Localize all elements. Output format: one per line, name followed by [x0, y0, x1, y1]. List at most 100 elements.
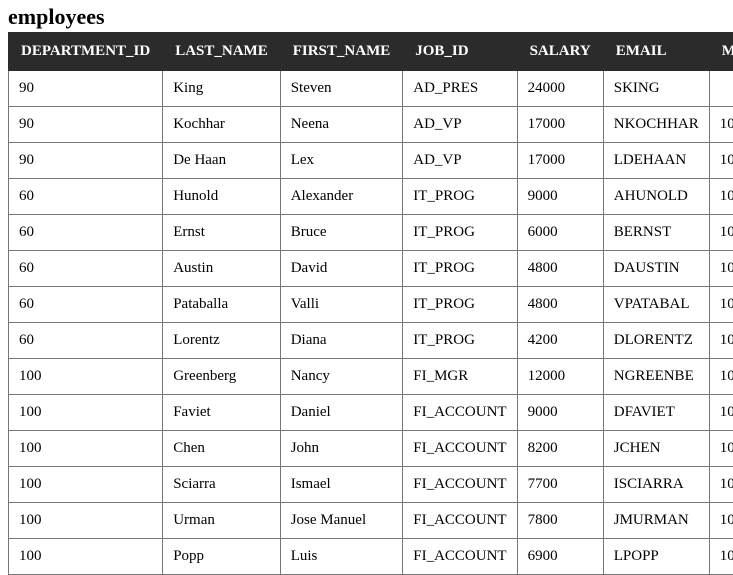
cell-job-id: IT_PROG — [403, 179, 517, 215]
cell-salary: 7800 — [517, 503, 603, 539]
cell-salary: 17000 — [517, 143, 603, 179]
cell-last-name: Austin — [163, 251, 281, 287]
cell-manager-id: 102 — [709, 179, 733, 215]
table-row: 60PataballaValliIT_PROG4800VPATABAL103 — [9, 287, 733, 323]
cell-job-id: FI_ACCOUNT — [403, 503, 517, 539]
cell-manager-id: 108 — [709, 395, 733, 431]
table-row: 90De HaanLexAD_VP17000LDEHAAN100 — [9, 143, 733, 179]
cell-department-id: 90 — [9, 71, 163, 107]
cell-last-name: Popp — [163, 539, 281, 575]
cell-salary: 6000 — [517, 215, 603, 251]
col-salary: SALARY — [517, 33, 603, 71]
cell-email: JMURMAN — [603, 503, 709, 539]
cell-department-id: 100 — [9, 359, 163, 395]
cell-email: DFAVIET — [603, 395, 709, 431]
cell-email: LPOPP — [603, 539, 709, 575]
cell-job-id: FI_ACCOUNT — [403, 395, 517, 431]
cell-last-name: Chen — [163, 431, 281, 467]
cell-job-id: AD_VP — [403, 143, 517, 179]
cell-first-name: Lex — [280, 143, 403, 179]
cell-first-name: David — [280, 251, 403, 287]
cell-first-name: Diana — [280, 323, 403, 359]
table-row: 100ChenJohnFI_ACCOUNT8200JCHEN108 — [9, 431, 733, 467]
table-body: 90KingStevenAD_PRES24000SKING90KochharNe… — [9, 71, 733, 575]
table-title: employees — [8, 4, 725, 30]
cell-manager-id: 103 — [709, 323, 733, 359]
cell-manager-id: 100 — [709, 107, 733, 143]
cell-first-name: John — [280, 431, 403, 467]
cell-manager-id: 108 — [709, 431, 733, 467]
cell-email: NKOCHHAR — [603, 107, 709, 143]
cell-department-id: 60 — [9, 323, 163, 359]
table-row: 60LorentzDianaIT_PROG4200DLORENTZ103 — [9, 323, 733, 359]
cell-job-id: AD_PRES — [403, 71, 517, 107]
cell-job-id: AD_VP — [403, 107, 517, 143]
employees-table: DEPARTMENT_ID LAST_NAME FIRST_NAME JOB_I… — [8, 32, 733, 575]
cell-email: ISCIARRA — [603, 467, 709, 503]
cell-salary: 12000 — [517, 359, 603, 395]
cell-manager-id: 108 — [709, 539, 733, 575]
cell-last-name: De Haan — [163, 143, 281, 179]
cell-manager-id: 108 — [709, 503, 733, 539]
cell-salary: 17000 — [517, 107, 603, 143]
cell-department-id: 100 — [9, 503, 163, 539]
table-row: 90KochharNeenaAD_VP17000NKOCHHAR100 — [9, 107, 733, 143]
table-row: 100GreenbergNancyFI_MGR12000NGREENBE101 — [9, 359, 733, 395]
cell-email: VPATABAL — [603, 287, 709, 323]
cell-department-id: 90 — [9, 143, 163, 179]
cell-job-id: IT_PROG — [403, 215, 517, 251]
cell-last-name: King — [163, 71, 281, 107]
cell-salary: 7700 — [517, 467, 603, 503]
col-last-name: LAST_NAME — [163, 33, 281, 71]
cell-salary: 4800 — [517, 251, 603, 287]
table-row: 60AustinDavidIT_PROG4800DAUSTIN103 — [9, 251, 733, 287]
col-manager-id: MANAGER_ID — [709, 33, 733, 71]
cell-job-id: FI_ACCOUNT — [403, 467, 517, 503]
cell-department-id: 60 — [9, 179, 163, 215]
cell-manager-id — [709, 71, 733, 107]
cell-first-name: Alexander — [280, 179, 403, 215]
cell-email: DLORENTZ — [603, 323, 709, 359]
cell-first-name: Daniel — [280, 395, 403, 431]
cell-salary: 9000 — [517, 395, 603, 431]
cell-last-name: Lorentz — [163, 323, 281, 359]
col-job-id: JOB_ID — [403, 33, 517, 71]
cell-first-name: Luis — [280, 539, 403, 575]
cell-last-name: Greenberg — [163, 359, 281, 395]
cell-email: NGREENBE — [603, 359, 709, 395]
cell-salary: 6900 — [517, 539, 603, 575]
cell-last-name: Hunold — [163, 179, 281, 215]
cell-last-name: Faviet — [163, 395, 281, 431]
cell-job-id: FI_ACCOUNT — [403, 431, 517, 467]
cell-first-name: Ismael — [280, 467, 403, 503]
cell-first-name: Valli — [280, 287, 403, 323]
cell-last-name: Kochhar — [163, 107, 281, 143]
cell-email: JCHEN — [603, 431, 709, 467]
cell-department-id: 90 — [9, 107, 163, 143]
cell-job-id: FI_ACCOUNT — [403, 539, 517, 575]
table-row: 100SciarraIsmaelFI_ACCOUNT7700ISCIARRA10… — [9, 467, 733, 503]
cell-first-name: Nancy — [280, 359, 403, 395]
cell-manager-id: 100 — [709, 143, 733, 179]
col-first-name: FIRST_NAME — [280, 33, 403, 71]
cell-first-name: Jose Manuel — [280, 503, 403, 539]
table-row: 60ErnstBruceIT_PROG6000BERNST103 — [9, 215, 733, 251]
table-row: 90KingStevenAD_PRES24000SKING — [9, 71, 733, 107]
cell-manager-id: 103 — [709, 251, 733, 287]
cell-department-id: 60 — [9, 215, 163, 251]
table-row: 100FavietDanielFI_ACCOUNT9000DFAVIET108 — [9, 395, 733, 431]
cell-salary: 4800 — [517, 287, 603, 323]
cell-manager-id: 103 — [709, 287, 733, 323]
cell-salary: 8200 — [517, 431, 603, 467]
col-department-id: DEPARTMENT_ID — [9, 33, 163, 71]
cell-salary: 9000 — [517, 179, 603, 215]
cell-job-id: IT_PROG — [403, 251, 517, 287]
cell-job-id: FI_MGR — [403, 359, 517, 395]
cell-first-name: Steven — [280, 71, 403, 107]
cell-department-id: 60 — [9, 251, 163, 287]
header-row: DEPARTMENT_ID LAST_NAME FIRST_NAME JOB_I… — [9, 33, 733, 71]
cell-last-name: Sciarra — [163, 467, 281, 503]
table-row: 60HunoldAlexanderIT_PROG9000AHUNOLD102 — [9, 179, 733, 215]
cell-first-name: Bruce — [280, 215, 403, 251]
cell-department-id: 100 — [9, 431, 163, 467]
